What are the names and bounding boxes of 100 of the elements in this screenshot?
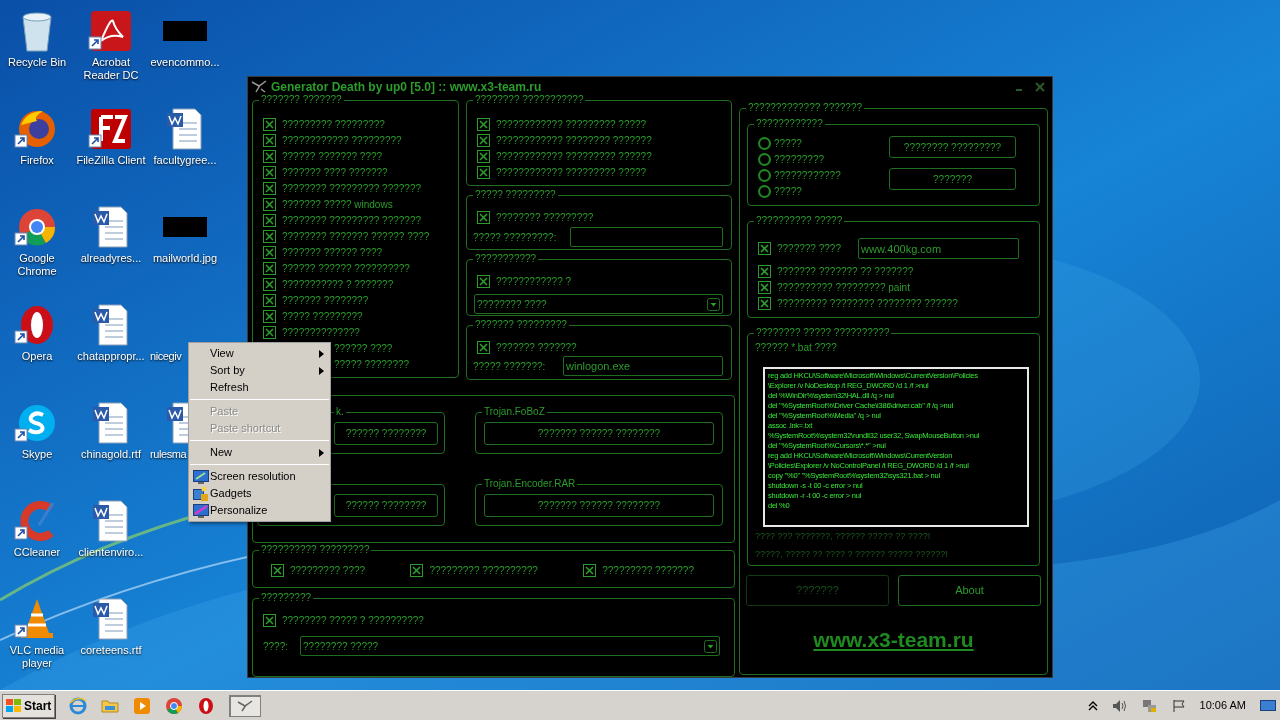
desktop-icon-label[interactable]: chatappropr... [74, 350, 148, 363]
radio-button[interactable] [758, 136, 771, 150]
url-field[interactable]: www.400kg.com [858, 238, 1019, 259]
checkbox[interactable] [263, 213, 276, 227]
checkbox[interactable] [758, 242, 771, 255]
menu-item[interactable]: Sort by [189, 362, 330, 379]
checkbox[interactable] [477, 274, 490, 288]
network-icon[interactable] [1141, 698, 1158, 713]
desktop-icon-label[interactable]: alreadyres... [74, 252, 148, 265]
checkbox[interactable] [758, 296, 771, 310]
action-button[interactable]: ??????? ?????? ???????? [484, 494, 714, 517]
website-link[interactable]: www.x3-team.ru [813, 624, 974, 656]
menu-item[interactable]: Refresh [189, 379, 330, 396]
checkbox[interactable] [758, 264, 771, 278]
radio-button[interactable] [758, 152, 771, 166]
radio-label: ???????????? [774, 168, 841, 183]
group-title: ??????? ????????? [473, 319, 569, 331]
checkbox[interactable] [271, 564, 284, 577]
desktop-icon-label[interactable]: rulesma [150, 448, 187, 461]
checkbox[interactable] [263, 181, 276, 195]
checkbox[interactable] [758, 280, 771, 294]
action-button[interactable]: ??????? [889, 168, 1016, 190]
desktop-icon-label[interactable]: coreteens.rtf [74, 644, 148, 657]
volume-icon[interactable] [1111, 698, 1128, 713]
checkbox[interactable] [263, 325, 276, 339]
radio-button[interactable] [758, 184, 771, 198]
action-button[interactable]: ???????? ????????? [889, 136, 1016, 158]
menu-item[interactable]: View [189, 345, 330, 362]
checkbox[interactable] [410, 564, 424, 577]
desktop-icon-label[interactable]: chinagold.rtf [74, 448, 148, 461]
tray-expand-icon[interactable] [1087, 699, 1098, 712]
checkbox-label: ??????? ??????? [496, 340, 577, 355]
desktop-icon-label[interactable]: nicegiv [150, 350, 182, 363]
desktop-icon-label[interactable]: Skype [0, 448, 74, 461]
checkbox[interactable] [263, 245, 276, 259]
caption-text: ?????? *.bat ???? [755, 341, 838, 355]
opera-icon[interactable] [197, 696, 216, 715]
checkbox[interactable] [263, 117, 276, 131]
checkbox-label: ???????????? ????????? [282, 133, 402, 148]
note-text: ?????, ????? ?? ???? ? ?????? ????? ??????! [755, 547, 949, 561]
checkbox-label: ??????? ??????? ?? ??????? [777, 264, 914, 279]
text-field[interactable] [570, 227, 723, 247]
desktop-icon-label[interactable]: FileZilla Client [74, 154, 148, 167]
desktop-icon-label[interactable]: clientenviro... [74, 546, 148, 559]
code-box[interactable] [763, 367, 1029, 527]
dropdown-caret-icon [707, 297, 720, 311]
menu-item[interactable]: Screen resolution [189, 468, 330, 485]
checkbox[interactable] [263, 293, 276, 307]
desktop-icon-label[interactable]: facultygree... [148, 154, 222, 167]
checkbox[interactable] [477, 210, 490, 224]
text-field[interactable]: winlogon.exe [563, 356, 723, 376]
checkbox[interactable] [263, 309, 276, 323]
desktop-icon-label[interactable]: Recycle Bin [0, 56, 74, 69]
checkbox[interactable] [477, 149, 490, 163]
desktop-icon-label[interactable]: VLC media player [0, 644, 74, 670]
action-button[interactable]: ??????? ?????? ???????? [484, 422, 714, 445]
radio-button[interactable] [758, 168, 771, 182]
checkbox[interactable] [477, 133, 490, 147]
checkbox-label: ??????? ????? windows [282, 197, 393, 212]
checkbox[interactable] [583, 564, 597, 577]
clock[interactable]: 10:06 AM [1199, 697, 1246, 714]
checkbox[interactable] [263, 613, 276, 627]
show-desktop-icon[interactable] [1260, 698, 1276, 713]
checkbox-label: ??????????? ? ??????? [282, 277, 394, 292]
desktop-icon-label[interactable]: CCleaner [0, 546, 74, 559]
checkbox[interactable] [477, 117, 490, 131]
checkbox[interactable] [477, 165, 490, 179]
desktop-icon-label[interactable]: Acrobat Reader DC [74, 56, 148, 82]
checkbox[interactable] [263, 165, 276, 179]
menu-item[interactable]: Gadgets [189, 485, 330, 502]
checkbox-label: ??????? ???? ??????? [282, 165, 388, 180]
desktop-icon-label[interactable]: Firefox [0, 154, 74, 167]
start-button[interactable]: Start [2, 693, 56, 718]
desktop-icon-label[interactable]: Google Chrome [0, 252, 74, 278]
flag-icon[interactable] [1171, 698, 1186, 713]
action-button[interactable]: ?????? ???????? [334, 494, 438, 517]
action-button[interactable]: About [898, 575, 1041, 606]
gadgets-icon [193, 485, 209, 502]
dropdown[interactable]: ???????? ????? [300, 636, 720, 656]
checkbox[interactable] [263, 229, 276, 243]
action-button[interactable]: ?????? ???????? [334, 422, 438, 445]
checkbox[interactable] [263, 149, 276, 163]
menu-item[interactable]: New [189, 444, 330, 461]
desktop-icon-label[interactable]: Opera [0, 350, 74, 363]
close-icon[interactable] [1035, 82, 1045, 92]
checkbox-label: ??????? ???? [777, 242, 841, 256]
taskbar-window-button[interactable] [229, 694, 262, 717]
app-logo-icon [251, 80, 267, 94]
chrome-icon[interactable] [165, 696, 184, 715]
menu-item[interactable]: Personalize [189, 502, 330, 519]
checkbox[interactable] [263, 277, 276, 291]
checkbox[interactable] [263, 197, 276, 211]
checkbox[interactable] [263, 261, 276, 275]
windows-logo-icon [6, 698, 22, 713]
dropdown-caret-icon [704, 639, 717, 653]
desktop-icon-label[interactable]: mailworld.jpg [148, 252, 222, 265]
checkbox[interactable] [263, 133, 276, 147]
desktop-icon-label[interactable]: evencommo... [148, 56, 222, 69]
checkbox[interactable] [477, 340, 490, 354]
dropdown[interactable]: ???????? ???? [474, 294, 723, 314]
